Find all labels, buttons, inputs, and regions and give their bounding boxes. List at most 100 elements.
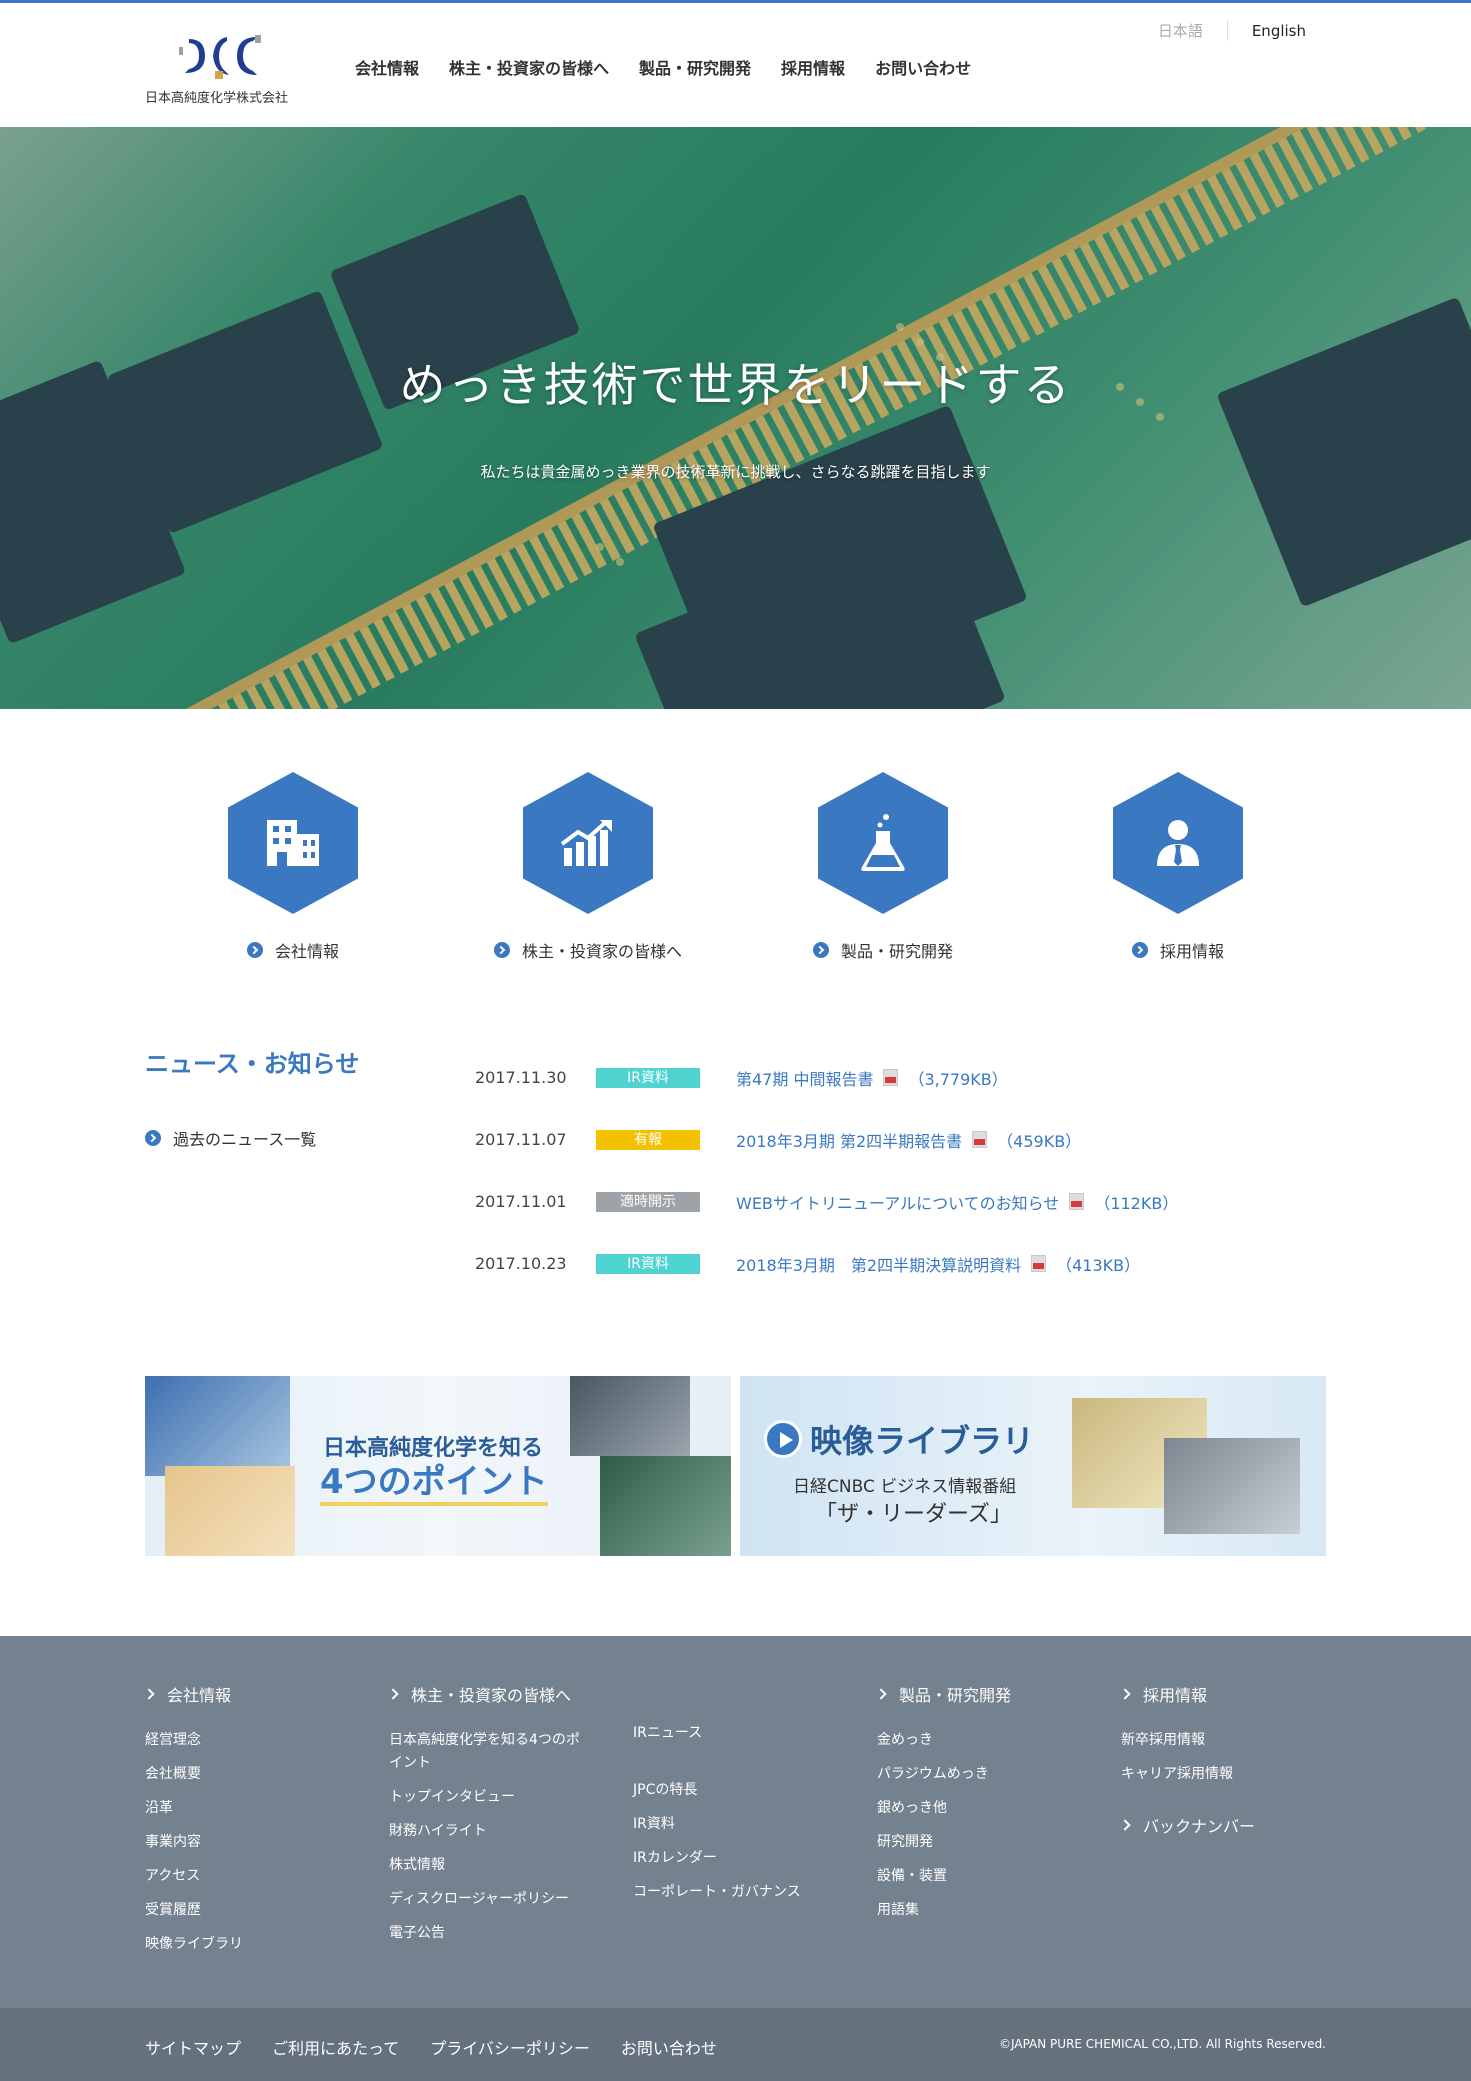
category-products[interactable]: 製品・研究開発 (763, 772, 1003, 962)
news-size: （112KB） (1094, 1193, 1179, 1213)
footer-link[interactable]: IRニュース (633, 1725, 801, 1742)
hero-subtitle: 私たちは貴金属めっき業界の技術革新に挑戦し、さらなる跳躍を目指します (480, 463, 991, 481)
nav-contact[interactable]: お問い合わせ (875, 55, 971, 79)
news-title: WEBサイトリニューアルについてのお知らせ (736, 1193, 1060, 1213)
hero-overlay (0, 127, 1471, 709)
footer-link[interactable]: 設備・装置 (877, 1868, 1011, 1885)
footer-col-investors: 株主・投資家の皆様へ 日本高純度化学を知る4つのポ イント トップインタビュー … (387, 1682, 580, 1959)
footer-link-line: 日本高純度化学を知る4つのポ (389, 1732, 580, 1748)
footer-link[interactable]: 受賞履歴 (145, 1902, 243, 1919)
news-date: 2017.10.23 (475, 1254, 567, 1273)
category-label: 株主・投資家の皆様へ (521, 942, 682, 961)
play-icon (764, 1420, 802, 1458)
news-item: 2017.10.23 IR資料 2018年3月期 第2四半期決算説明資料 （413… (475, 1232, 1325, 1295)
category-links: 会社情報 株主・投資家の皆様へ 製品・研究開発 採用情報 (0, 772, 1471, 972)
footer-link[interactable]: 新卒採用情報 (1121, 1732, 1255, 1749)
footer-heading[interactable]: 製品・研究開発 (875, 1682, 1011, 1706)
footer-link[interactable]: 映像ライブラリ (145, 1936, 243, 1953)
global-nav: 会社情報 株主・投資家の皆様へ 製品・研究開発 採用情報 お問い合わせ (355, 55, 1001, 79)
terms-link[interactable]: ご利用にあたって (272, 2035, 399, 2059)
footer-link[interactable]: ディスクロージャーポリシー (389, 1891, 580, 1908)
footer-col-recruit: 採用情報 新卒採用情報 キャリア採用情報 バックナンバー (1119, 1682, 1256, 1863)
news-item: 2017.11.07 有報 2018年3月期 第2四半期報告書 （459KB） (475, 1108, 1325, 1171)
news-size: （459KB） (997, 1131, 1082, 1151)
chevron-right-icon (143, 1688, 155, 1700)
footer-link[interactable]: 経営理念 (145, 1732, 243, 1749)
privacy-link[interactable]: プライバシーポリシー (430, 2035, 590, 2059)
footer-link[interactable]: 日本高純度化学を知る4つのポ (389, 1732, 580, 1749)
language-switch: 日本語 English (1158, 20, 1306, 41)
arrow-circle-icon (1131, 942, 1148, 958)
footer-link[interactable]: 金めっき (877, 1732, 1011, 1749)
footer-link[interactable]: JPCの特長 (633, 1782, 801, 1799)
footer-link[interactable]: IRカレンダー (633, 1850, 801, 1867)
video-library-banner[interactable]: 映像ライブラリ 日経CNBC ビジネス情報番組 「ザ・リーダーズ」 (740, 1376, 1326, 1556)
past-news-label: 過去のニュース一覧 (173, 1130, 317, 1149)
banner-text: 「ザ・リーダーズ」 (815, 1502, 1012, 1527)
backnumber-label: バックナンバー (1143, 1817, 1256, 1836)
footer-link[interactable]: 財務ハイライト (389, 1823, 580, 1840)
news-item: 2017.11.30 IR資料 第47期 中間報告書 （3,779KB） (475, 1046, 1325, 1109)
news-link[interactable]: 2018年3月期 第2四半期決算説明資料 （413KB） (736, 1252, 1140, 1276)
footer-link[interactable]: 沿革 (145, 1800, 243, 1817)
footer-link[interactable]: キャリア採用情報 (1121, 1766, 1255, 1783)
footer-heading[interactable]: 株主・投資家の皆様へ (387, 1682, 580, 1706)
nav-investors[interactable]: 株主・投資家の皆様へ (449, 55, 609, 79)
news-list: 2017.11.30 IR資料 第47期 中間報告書 （3,779KB） 2017… (475, 1047, 1325, 1295)
footer-link[interactable]: IR資料 (633, 1816, 801, 1833)
footer-link[interactable]: イント (389, 1755, 580, 1772)
person-icon (1113, 772, 1243, 914)
hero-title: めっき技術で世界をリードする (399, 358, 1072, 412)
news-item: 2017.11.01 適時開示 WEBサイトリニューアルについてのお知らせ （11… (475, 1170, 1325, 1233)
site-footer: 会社情報 経営理念 会社概要 沿革 事業内容 アクセス 受賞履歴 映像ライブラリ… (0, 1636, 1471, 2008)
category-label: 会社情報 (274, 942, 339, 961)
pdf-icon (1069, 1193, 1085, 1210)
banner-text: 日経CNBC ビジネス情報番組 (793, 1477, 1017, 1497)
copyright: ©JAPAN PURE CHEMICAL CO.,LTD. All Rights… (999, 2037, 1326, 2051)
category-investors[interactable]: 株主・投資家の皆様へ (468, 772, 708, 962)
category-recruit[interactable]: 採用情報 (1058, 772, 1298, 962)
footer-link[interactable]: 銀めっき他 (877, 1800, 1011, 1817)
news-date: 2017.11.01 (475, 1192, 567, 1211)
arrow-circle-icon (812, 942, 829, 958)
company-name: 日本高純度化学株式会社 (145, 91, 289, 106)
footer-link[interactable]: 事業内容 (145, 1834, 243, 1851)
four-points-banner[interactable]: 日本高純度化学を知る 4つのポイント (145, 1376, 731, 1556)
footer-bottom-links: サイトマップ ご利用にあたって プライバシーポリシー お問い合わせ (145, 2035, 748, 2059)
past-news-link[interactable]: 過去のニュース一覧 (145, 1126, 316, 1150)
lang-japanese[interactable]: 日本語 (1158, 20, 1228, 41)
footer-heading-label: 会社情報 (167, 1686, 232, 1705)
footer-link[interactable]: トップインタビュー (389, 1789, 580, 1806)
news-link[interactable]: WEBサイトリニューアルについてのお知らせ （112KB） (736, 1190, 1178, 1214)
footer-link[interactable]: 用語集 (877, 1902, 1011, 1919)
news-link[interactable]: 2018年3月期 第2四半期報告書 （459KB） (736, 1128, 1081, 1152)
footer-heading[interactable]: 採用情報 (1119, 1682, 1255, 1706)
backnumber-link[interactable]: バックナンバー (1119, 1813, 1256, 1837)
footer-link[interactable]: 電子公告 (389, 1925, 580, 1942)
news-link[interactable]: 第47期 中間報告書 （3,779KB） (736, 1066, 1008, 1090)
arrow-circle-icon (493, 942, 510, 958)
nav-products[interactable]: 製品・研究開発 (639, 55, 751, 79)
footer-heading-label: 採用情報 (1143, 1686, 1208, 1705)
category-company[interactable]: 会社情報 (173, 772, 413, 962)
chevron-right-icon (875, 1688, 887, 1700)
flask-icon (818, 772, 948, 914)
company-logo[interactable]: 日本高純度化学株式会社 (145, 31, 305, 107)
nav-company[interactable]: 会社情報 (355, 55, 419, 79)
lang-english[interactable]: English (1228, 22, 1306, 40)
sitemap-link[interactable]: サイトマップ (145, 2035, 241, 2059)
footer-link[interactable]: 研究開発 (877, 1834, 1011, 1851)
footer-link[interactable]: 株式情報 (389, 1857, 580, 1874)
footer-col-ir: IRニュース JPCの特長 IR資料 IRカレンダー コーポレート・ガバナンス (633, 1725, 801, 1918)
news-size: （3,779KB） (908, 1069, 1008, 1089)
contact-link[interactable]: お問い合わせ (621, 2035, 717, 2059)
hero-banner: めっき技術で世界をリードする 私たちは貴金属めっき業界の技術革新に挑戦し、さらな… (0, 127, 1471, 709)
footer-col-products: 製品・研究開発 金めっき パラジウムめっき 銀めっき他 研究開発 設備・装置 用… (875, 1682, 1011, 1936)
nav-recruit[interactable]: 採用情報 (781, 55, 845, 79)
footer-link[interactable]: パラジウムめっき (877, 1766, 1011, 1783)
category-label: 採用情報 (1159, 942, 1224, 961)
footer-link[interactable]: コーポレート・ガバナンス (633, 1884, 801, 1901)
footer-link[interactable]: アクセス (145, 1868, 243, 1885)
footer-heading[interactable]: 会社情報 (143, 1682, 243, 1706)
footer-link[interactable]: 会社概要 (145, 1766, 243, 1783)
